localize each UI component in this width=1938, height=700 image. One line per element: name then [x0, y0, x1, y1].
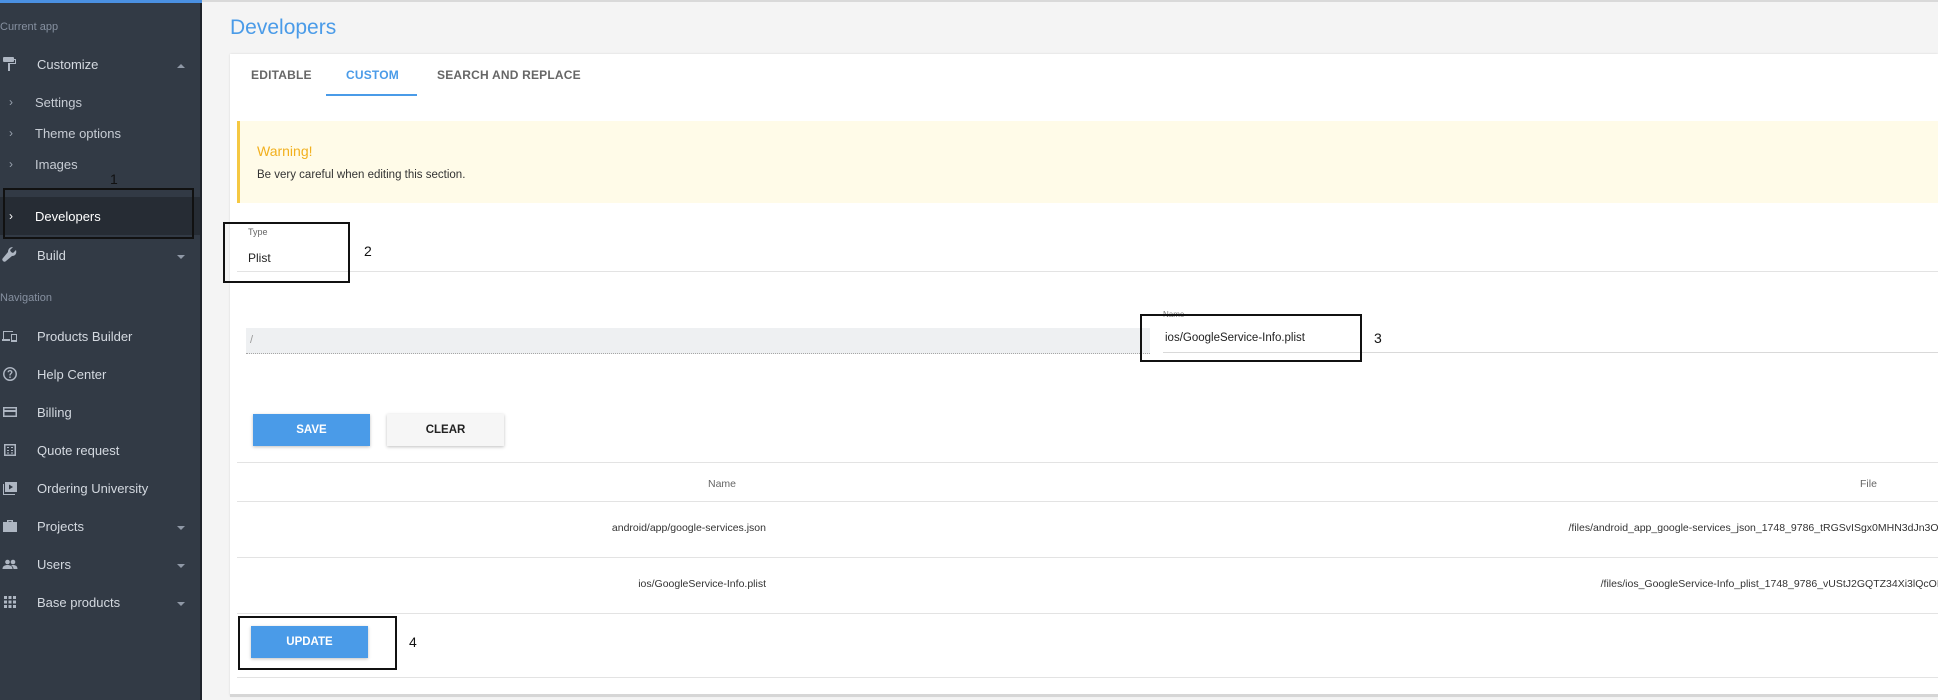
sidebar-item-label: Projects — [37, 518, 84, 534]
sidebar-item-label: Build — [37, 247, 66, 263]
clear-button[interactable]: CLEAR — [387, 414, 504, 446]
tab-custom[interactable]: CUSTOM — [346, 68, 399, 82]
annotation-number-3: 3 — [1374, 330, 1382, 346]
warning-title: Warning! — [257, 143, 313, 159]
chevron-down-icon — [176, 597, 186, 607]
chevron-right-icon: › — [9, 157, 13, 171]
sidebar-item-projects[interactable]: Projects — [0, 507, 200, 545]
sidebar-item-users[interactable]: Users — [0, 545, 200, 583]
annotation-number-2: 2 — [364, 243, 372, 259]
calculator-icon — [2, 442, 18, 458]
briefcase-icon — [2, 518, 18, 534]
chevron-up-icon — [176, 59, 186, 69]
tab-editable[interactable]: EDITABLE — [251, 68, 312, 82]
table-row-file: /files/android_app_google-services_json_… — [1568, 522, 1938, 534]
tab-search-and-replace[interactable]: SEARCH AND REPLACE — [437, 68, 581, 82]
table-row-file: /files/ios_GoogleService-Info_plist_1748… — [1600, 578, 1938, 590]
paint-roller-icon — [2, 56, 18, 72]
table-row-divider — [237, 557, 1938, 558]
sidebar-item-ordering-university[interactable]: Ordering University — [0, 469, 200, 507]
table-row-name: ios/GoogleService-Info.plist — [638, 578, 766, 590]
sidebar-item-label: Customize — [37, 56, 99, 72]
chevron-right-icon: › — [9, 95, 13, 109]
warning-text: Be very careful when editing this sectio… — [257, 169, 466, 181]
sidebar-subitem-label: Theme options — [35, 125, 121, 141]
section-label-current-app: Current app — [0, 21, 59, 33]
sidebar-item-label: Base products — [37, 594, 121, 610]
developers-card: EDITABLE CUSTOM SEARCH AND REPLACE Warni… — [230, 54, 1938, 696]
devices-icon — [2, 328, 18, 344]
sidebar-subitem-label: Images — [35, 156, 78, 172]
sidebar-item-help-center[interactable]: Help Center — [0, 355, 200, 393]
credit-card-icon — [2, 404, 18, 420]
warning-box: Warning! Be very careful when editing th… — [237, 121, 1938, 203]
annotation-box-3 — [1140, 314, 1362, 362]
save-button[interactable]: SAVE — [253, 414, 370, 446]
card-bottom-divider — [237, 677, 1938, 678]
sidebar-item-label: Billing — [37, 404, 72, 420]
help-circle-icon — [2, 366, 18, 382]
section-label-navigation: Navigation — [0, 292, 52, 304]
table-row-name: android/app/google-services.json — [611, 522, 766, 534]
wrench-icon — [2, 247, 18, 263]
sidebar-item-build[interactable]: Build — [0, 236, 200, 274]
annotation-box-4 — [238, 616, 397, 670]
top-border — [202, 0, 1938, 2]
chevron-down-icon — [176, 559, 186, 569]
active-tab-indicator — [326, 94, 417, 96]
sidebar-item-label: Quote request — [37, 442, 120, 458]
column-header-file: File — [1860, 478, 1877, 490]
users-icon — [2, 556, 18, 572]
chevron-down-icon — [176, 521, 186, 531]
table-row-divider — [237, 613, 1938, 614]
sidebar-accent-bar — [0, 0, 202, 3]
annotation-number-1: 1 — [110, 171, 118, 187]
sidebar-subitem-images[interactable]: › Images — [0, 145, 200, 183]
type-divider — [237, 271, 1938, 272]
chevron-down-icon — [176, 250, 186, 260]
sidebar-item-products-builder[interactable]: Products Builder — [0, 317, 200, 355]
sidebar-item-label: Ordering University — [37, 480, 149, 496]
sidebar-subitem-label: Settings — [35, 94, 82, 110]
sidebar-item-base-products[interactable]: Base products — [0, 583, 200, 621]
video-library-icon — [2, 480, 18, 496]
annotation-box-2 — [223, 222, 350, 283]
table-top-divider — [237, 462, 1938, 463]
sidebar-item-label: Products Builder — [37, 328, 133, 344]
table-header-divider — [237, 501, 1938, 502]
annotation-box-1 — [3, 188, 194, 239]
annotation-number-4: 4 — [409, 634, 417, 650]
chevron-right-icon: › — [9, 126, 13, 140]
page-title: Developers — [230, 16, 337, 39]
sidebar-item-billing[interactable]: Billing — [0, 393, 200, 431]
sidebar: Current app Customize › Settings › Theme… — [0, 0, 202, 700]
card-bottom-shadow — [230, 694, 1938, 697]
sidebar-item-label: Users — [37, 556, 71, 572]
sidebar-item-label: Help Center — [37, 366, 107, 382]
grid-icon — [2, 594, 18, 610]
path-input[interactable]: / — [246, 328, 1150, 354]
column-header-name: Name — [708, 478, 737, 490]
sidebar-item-quote-request[interactable]: Quote request — [0, 431, 200, 469]
sidebar-item-customize[interactable]: Customize — [0, 45, 200, 83]
